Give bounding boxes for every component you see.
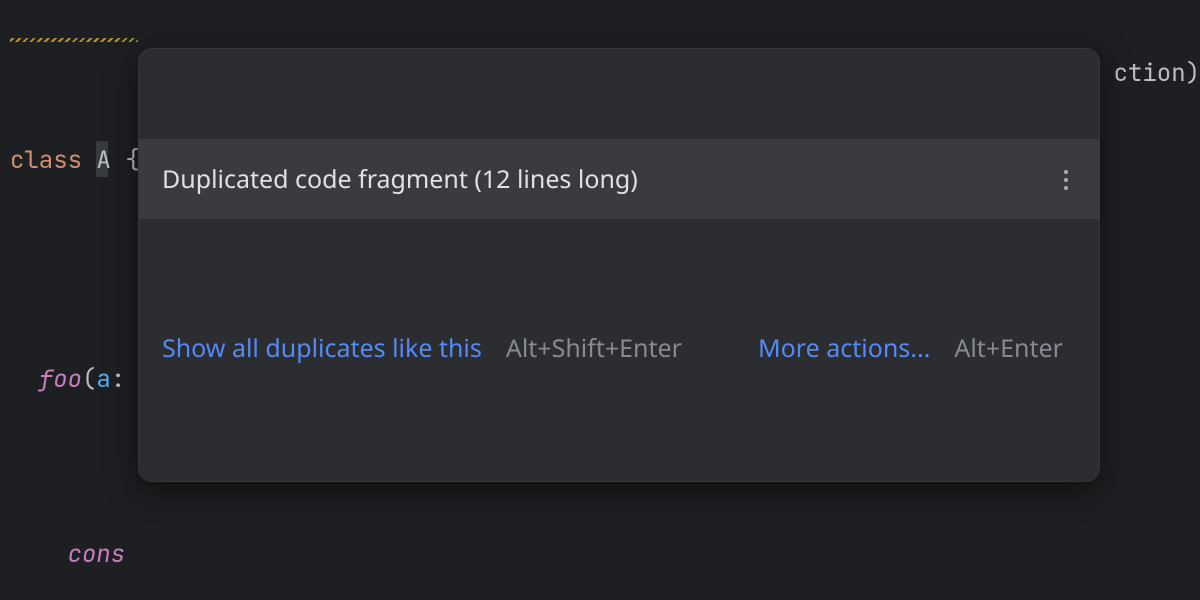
inspection-popup-actions: Show all duplicates like this Alt+Shift+… [138,310,1100,392]
warning-underline [10,38,138,42]
shortcut-label: Alt+Shift+Enter [506,326,682,372]
inspection-title: Duplicated code fragment (12 lines long) [162,157,638,203]
param: a [96,364,110,395]
code-line: cons [10,533,1200,577]
code-editor[interactable]: class A { foo(a: cons cons console.log('… [0,0,1200,600]
keyword-class: class [10,145,82,176]
show-duplicates-action[interactable]: Show all duplicates like this [162,326,482,372]
more-actions[interactable]: More actions... [758,326,930,372]
inspection-popup-header: Duplicated code fragment (12 lines long) [138,139,1100,219]
inspection-popup: Duplicated code fragment (12 lines long)… [138,48,1100,482]
shortcut-label: Alt+Enter [954,326,1063,372]
class-name: A [96,139,110,183]
method-name: foo [39,364,82,395]
offscreen-code-fragment: ction) [1114,52,1200,96]
kebab-menu-icon[interactable] [1056,170,1076,190]
